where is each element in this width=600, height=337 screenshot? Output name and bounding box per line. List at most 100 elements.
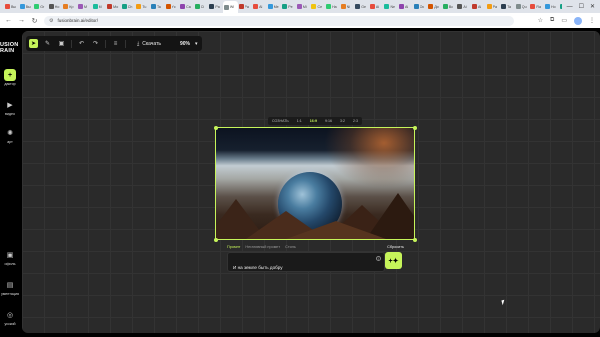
browser-tab[interactable]: Ra <box>529 2 544 12</box>
browser-tab[interactable]: Gr <box>33 2 48 12</box>
browser-tab[interactable]: Ca <box>179 2 194 12</box>
generated-image <box>216 128 414 239</box>
redo-icon[interactable]: ↷ <box>91 39 100 48</box>
browser-tab[interactable]: Yc <box>165 2 180 12</box>
browser-tab[interactable]: Tu <box>135 2 150 12</box>
tab-negative-prompt[interactable]: Негативный промпт <box>245 245 280 249</box>
undo-icon[interactable]: ↶ <box>77 39 86 48</box>
generated-image-frame[interactable] <box>213 125 417 242</box>
browser-tab[interactable]: M <box>92 2 107 12</box>
ratio-option[interactable]: СОЗНАТЬ <box>272 119 289 123</box>
browser-tab[interactable]: Ge <box>354 2 369 12</box>
browser-tab[interactable]: Кр <box>62 2 77 12</box>
site-info-icon[interactable]: ⚙ <box>49 18 53 24</box>
resize-handle[interactable] <box>412 237 417 242</box>
favicon-icon <box>209 4 215 9</box>
sidebar-item-video[interactable]: ▶ видео <box>0 99 20 116</box>
tab-prompt[interactable]: Промпт <box>227 245 240 249</box>
back-icon[interactable]: ← <box>5 17 12 24</box>
docs-icon: ▤ <box>6 282 14 289</box>
tab-title: Yc <box>171 4 176 9</box>
browser-tab[interactable]: Ch <box>121 2 136 12</box>
reload-icon[interactable]: ↻ <box>31 17 38 25</box>
browser-tab[interactable]: Pa <box>486 2 501 12</box>
image-tool-icon[interactable]: ▣ <box>57 39 66 48</box>
browser-tab[interactable]: Pa <box>208 2 223 12</box>
sidebar-item-art[interactable]: ✺ арт <box>0 127 20 144</box>
browser-tab[interactable]: Oc <box>413 2 428 12</box>
browser-tab[interactable]: Мо <box>106 2 121 12</box>
browser-tab[interactable]: Ci <box>194 2 209 12</box>
resize-handle[interactable] <box>412 125 417 130</box>
browser-tab[interactable]: Ai <box>398 2 413 12</box>
browser-menu-icon[interactable]: ⋮ <box>589 17 595 24</box>
url-field[interactable]: ⚙ fusionbrain.ai/editor/ <box>44 15 514 26</box>
download-button[interactable]: ⤓ Скачать <box>137 41 161 47</box>
browser-tab[interactable]: Pe <box>281 2 296 12</box>
browser-tab[interactable]: Ta <box>500 2 515 12</box>
browser-tab[interactable]: Ai <box>369 2 384 12</box>
profile-avatar[interactable] <box>574 16 582 25</box>
favicon-icon <box>355 4 361 9</box>
tab-title: Ta <box>507 4 511 9</box>
select-tool-icon[interactable]: ➤ <box>29 39 38 48</box>
tab-search-icon[interactable]: ▭ <box>561 17 567 24</box>
prompt-input[interactable]: И на земле быть добру i <box>227 252 385 272</box>
resize-handle[interactable] <box>213 237 218 242</box>
browser-tab[interactable]: Mi <box>296 2 311 12</box>
browser-tab[interactable]: Ne <box>383 2 398 12</box>
maximize-icon[interactable]: ☐ <box>579 3 584 10</box>
browser-tab[interactable]: Вы <box>19 2 34 12</box>
minimize-icon[interactable]: — <box>567 4 573 10</box>
browser-tab[interactable]: Ai <box>456 2 471 12</box>
browser-tab[interactable]: M <box>77 2 92 12</box>
tab-title: Ce <box>317 4 323 9</box>
resize-handle[interactable] <box>213 125 218 130</box>
browser-tab[interactable]: Pa <box>238 2 253 12</box>
browser-tab[interactable]: Ho <box>48 2 63 12</box>
reset-button[interactable]: Сбросить <box>387 245 404 249</box>
generate-button[interactable]: +✦ <box>385 252 402 269</box>
sidebar-item-language[interactable]: ◎ усский <box>0 309 20 326</box>
browser-tab-strip: Вы Вы Gr Ho Кр M M Мо Ch Tu Ta Yc Ca Ci Pa Wi Pa Al Me Pe Mi… <box>0 0 600 13</box>
ratio-option[interactable]: 3:2 <box>340 119 345 123</box>
download-label: Скачать <box>142 40 161 47</box>
ratio-option[interactable]: 2:3 <box>353 119 358 123</box>
browser-tab[interactable]: Qu <box>515 2 530 12</box>
info-icon[interactable]: i <box>376 256 381 261</box>
sidebar-item-editor[interactable]: + дактор <box>0 69 20 86</box>
browser-tab[interactable]: Ди <box>427 2 442 12</box>
chevron-down-icon[interactable]: ▾ <box>195 41 198 47</box>
ratio-option[interactable]: 9:16 <box>325 119 332 123</box>
tab-title: Ca <box>186 4 191 9</box>
browser-tab[interactable]: Вс <box>442 2 457 12</box>
browser-tab[interactable]: Ho <box>544 2 559 12</box>
layers-icon[interactable]: ≡ <box>111 39 120 48</box>
browser-tab[interactable]: Me <box>267 2 282 12</box>
browser-tab[interactable]: Wi <box>222 1 238 13</box>
tab-style[interactable]: Стиль <box>285 245 296 249</box>
sidebar-item-docs[interactable]: ▤ ументация <box>0 279 20 296</box>
browser-tab[interactable]: Al <box>252 2 267 12</box>
bookmark-star-icon[interactable]: ☆ <box>538 17 543 24</box>
browser-tab[interactable]: Ta <box>150 2 165 12</box>
favicon-icon <box>326 4 332 9</box>
browser-tab[interactable]: Ai <box>471 2 486 12</box>
logo[interactable]: USION RAIN <box>0 42 18 54</box>
sidebar-item-profile[interactable]: ▣ офиль <box>0 249 20 266</box>
ratio-option[interactable]: 1:1 <box>297 119 302 123</box>
zoom-level[interactable]: 90% <box>180 41 190 47</box>
brush-tool-icon[interactable]: ✎ <box>43 39 52 48</box>
browser-tab[interactable]: Ce <box>310 2 325 12</box>
favicon-icon <box>384 4 390 9</box>
browser-tab[interactable]: Вы <box>4 2 19 12</box>
ratio-option-selected[interactable]: 16:9 <box>310 119 317 123</box>
close-window-icon[interactable]: ✕ <box>590 3 595 10</box>
favicon-icon <box>34 4 40 9</box>
browser-tab[interactable]: Ha <box>325 2 340 12</box>
forward-icon[interactable]: → <box>18 17 25 24</box>
extensions-icon[interactable]: ⧉ <box>550 17 554 24</box>
favicon-icon <box>19 4 25 9</box>
browser-tab[interactable]: Ni <box>340 2 355 12</box>
editor-canvas[interactable]: ➤ ✎ ▣ ↶ ↷ ≡ ⤓ Скачать 90% ▾ СОЗНАТЬ 1:1 … <box>22 31 600 333</box>
